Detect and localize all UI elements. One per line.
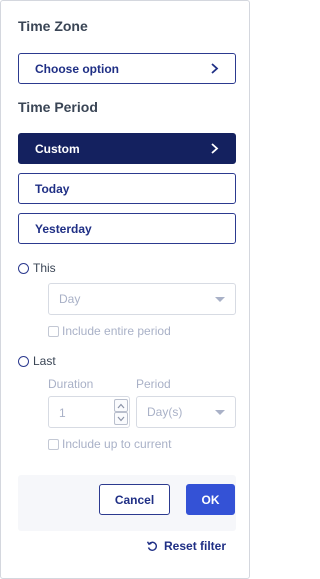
include-entire-period-row[interactable]: Include entire period (48, 324, 171, 338)
reset-filter-label: Reset filter (164, 539, 227, 553)
caret-down-icon (215, 410, 225, 415)
duration-value: 1 (59, 406, 66, 420)
stepper-up-icon[interactable] (114, 399, 128, 412)
period-option-today[interactable]: Today (18, 173, 236, 204)
stepper-down-icon[interactable] (114, 412, 128, 425)
period-value: Day(s) (147, 405, 183, 419)
reset-filter-link[interactable]: Reset filter (146, 539, 226, 553)
ok-button[interactable]: OK (186, 484, 235, 515)
duration-label: Duration (48, 377, 94, 391)
time-zone-select-label: Choose option (35, 61, 119, 76)
include-entire-period-checkbox[interactable] (48, 325, 59, 337)
this-unit-value: Day (59, 292, 81, 306)
period-select[interactable]: Day(s) (136, 396, 236, 428)
include-up-to-current-label: Include up to current (62, 437, 172, 451)
duration-stepper[interactable]: 1 (48, 396, 130, 428)
reset-icon (146, 541, 157, 551)
time-zone-title: Time Zone (18, 18, 88, 34)
filter-panel: Time Zone Choose option Time Period Cust… (0, 0, 250, 579)
period-option-custom[interactable]: Custom (18, 133, 236, 164)
cancel-button[interactable]: Cancel (99, 484, 170, 515)
this-unit-select[interactable]: Day (48, 283, 236, 315)
this-radio[interactable] (18, 262, 29, 274)
caret-down-icon (215, 297, 225, 302)
time-zone-select-button[interactable]: Choose option (18, 53, 236, 84)
last-radio-row[interactable]: Last (18, 354, 56, 368)
last-radio-label: Last (33, 354, 56, 368)
period-option-label: Yesterday (35, 221, 92, 236)
include-up-to-current-checkbox[interactable] (48, 438, 59, 450)
last-radio[interactable] (18, 355, 29, 367)
period-option-yesterday[interactable]: Yesterday (18, 213, 236, 244)
chevron-right-icon (211, 143, 219, 154)
period-label: Period (136, 377, 171, 391)
period-option-label: Today (35, 181, 70, 196)
include-up-to-current-row[interactable]: Include up to current (48, 437, 171, 451)
chevron-right-icon (211, 63, 219, 74)
time-period-title: Time Period (18, 99, 98, 115)
this-radio-row[interactable]: This (18, 261, 56, 275)
include-entire-period-label: Include entire period (62, 324, 171, 338)
period-option-label: Custom (35, 141, 80, 156)
this-radio-label: This (33, 261, 56, 275)
